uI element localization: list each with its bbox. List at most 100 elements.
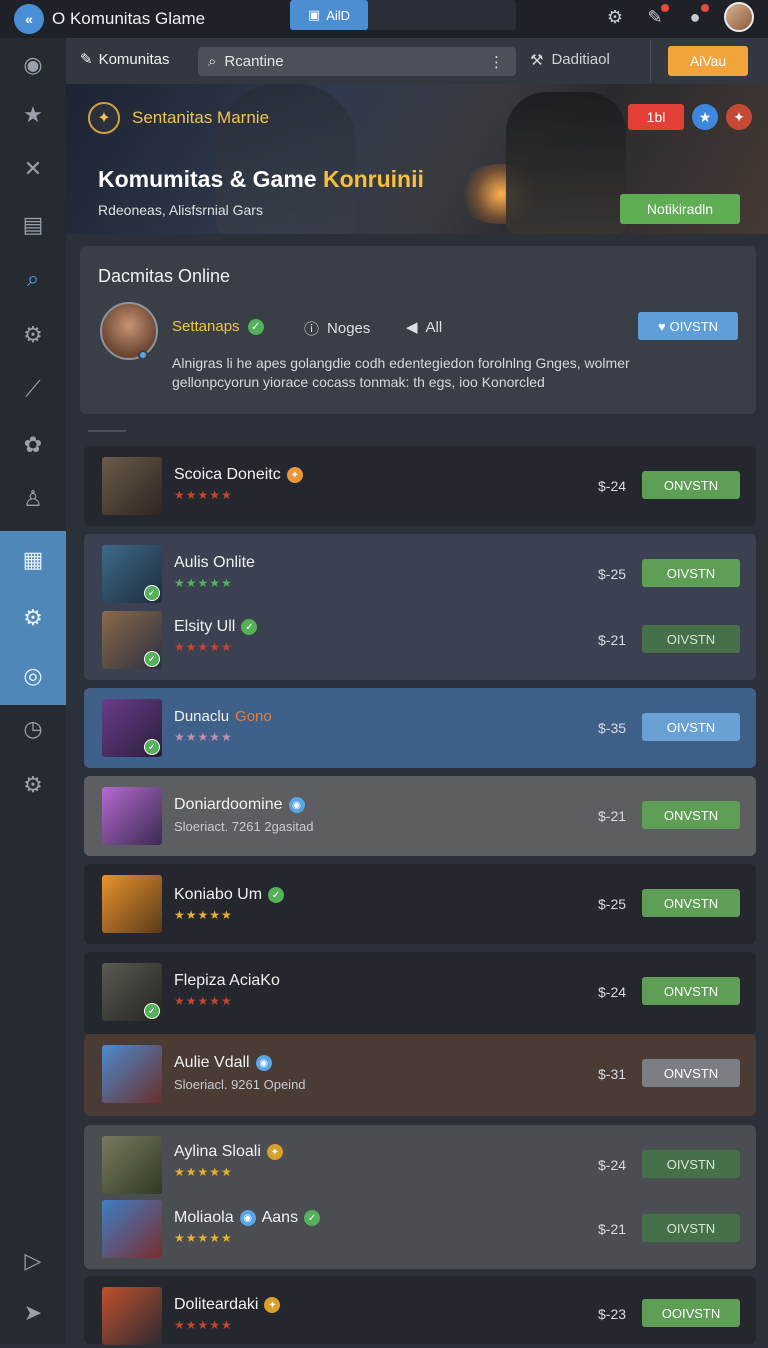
navigate-icon[interactable]: ➤ [0, 1286, 66, 1340]
detail-label: Daditiaol [551, 51, 610, 68]
user-icon[interactable]: ♙ [0, 472, 66, 526]
game-card: Doliteardaki ✦ ★★★★★ $-23 OOIVSTN [84, 1276, 756, 1345]
game-icon[interactable]: ◉ [0, 38, 66, 92]
list-item[interactable]: Doniardoomine ◉ Sloeriact. 7261 2gasitad … [84, 784, 756, 848]
follow-button-label: OIVSTN [669, 318, 719, 334]
share-icon[interactable]: ✦ [726, 104, 752, 130]
notes-label: Noges [327, 320, 371, 337]
game-name-text: Doniardoomine [174, 796, 283, 813]
wrench-icon[interactable]: ⟋ [0, 362, 66, 416]
install-button[interactable]: ONVSTN [642, 471, 740, 499]
cta-button[interactable]: AiVau [668, 46, 748, 76]
game-thumbnail [102, 1287, 162, 1345]
app-logo-icon[interactable]: « [14, 4, 44, 34]
game-name: Dunaclu Gono [174, 708, 272, 725]
more-options-icon[interactable]: ⋮ [489, 53, 504, 71]
game-name-text: Elsity Ull [174, 618, 236, 635]
avatar[interactable] [100, 302, 158, 360]
follow-button[interactable]: ♥ OIVSTN [638, 312, 738, 340]
profile-avatar[interactable] [724, 2, 754, 32]
banner-subtitle: Sentanitas Marnie [132, 108, 270, 127]
list-item[interactable]: Aulie Vdall ◉ Sloeriacl. 9261 Opeind $-31… [84, 1042, 756, 1106]
list-item[interactable]: ✓ Aulis Onlite ★★★★★ $-25 OIVSTN [84, 542, 756, 606]
notification-icon[interactable]: ● [684, 4, 709, 28]
list-item[interactable]: Moliaola ◉ Aans ✓ ★★★★★ $-21 OIVSTN [84, 1197, 756, 1261]
game-price: $-24 [598, 984, 627, 1000]
puzzle-icon[interactable]: ✿ [0, 418, 66, 472]
list-item[interactable]: Doliteardaki ✦ ★★★★★ $-23 OOIVSTN [84, 1284, 756, 1348]
install-button[interactable]: OIVSTN [642, 713, 740, 741]
notes-link[interactable]: ⓘ Noges [304, 318, 370, 339]
settings-icon[interactable]: ⚙ [0, 308, 66, 362]
wrench-icon: ⚒ [530, 52, 544, 69]
search-input[interactable]: ⌕ Rcantine ⋮ [198, 47, 516, 76]
install-button[interactable]: OIVSTN [642, 559, 740, 587]
play-icon[interactable]: ▷ [0, 1234, 66, 1288]
cta-label: AiVau [689, 53, 727, 69]
document-icon[interactable]: ▤ [0, 198, 66, 252]
install-button[interactable]: OIVSTN [642, 625, 740, 653]
list-item[interactable]: Scoica Doneitc ✦ ★★★★★ $-24 ONVSTN [84, 454, 756, 518]
globe-icon: ◉ [288, 797, 305, 813]
add-button-label: AilD [326, 7, 351, 23]
live-badge-label: 1bl [646, 109, 666, 125]
favorite-icon[interactable]: ★ [692, 104, 718, 130]
timer-icon[interactable]: ◎ [0, 647, 66, 705]
edit-icon[interactable]: ✎ [644, 4, 669, 28]
settings-icon[interactable]: ⚙ [0, 758, 66, 812]
banner-art-soldier [506, 92, 626, 234]
list-item[interactable]: ✓ Elsity Ull ✓ ★★★★★ $-21 OIVSTN [84, 608, 756, 672]
info-name[interactable]: Settanaps ✓ [172, 318, 264, 335]
emblem-icon: ✦ [88, 102, 120, 134]
rating-stars: ★★★★★ [174, 994, 233, 1008]
game-name-text: Aulie Vdall [174, 1054, 250, 1071]
game-name-text: Scoica Doneitc [174, 466, 281, 483]
install-button[interactable]: ONVSTN [642, 801, 740, 829]
game-name-text: Aylina Sloali [174, 1143, 261, 1160]
install-button[interactable]: ONVSTN [642, 1059, 740, 1087]
all-link[interactable]: ◀ All [406, 318, 442, 337]
game-name: Scoica Doneitc ✦ [174, 466, 303, 484]
verified-icon: ✓ [144, 1003, 160, 1019]
tab-komunitas[interactable]: ✎ Komunitas [80, 50, 169, 69]
game-name: Doniardoomine ◉ [174, 796, 305, 814]
grid-icon[interactable]: ▦ [0, 531, 66, 589]
notification-button[interactable]: Notikiradln [620, 194, 740, 224]
verified-icon: ✓ [144, 585, 160, 601]
info-icon: ⓘ [304, 321, 320, 338]
search-value: Rcantine [224, 53, 284, 70]
crossed-swords-icon[interactable]: ✕ [0, 142, 66, 196]
install-button[interactable]: OIVSTN [642, 1150, 740, 1178]
list-item[interactable]: ✓ Flepiza AciaKo ★★★★★ $-24 ONVSTN [84, 960, 756, 1024]
install-button[interactable]: ONVSTN [642, 889, 740, 917]
notification-button-label: Notikiradln [646, 201, 714, 217]
list-item[interactable]: ✓ Dunaclu Gono ★★★★★ $-35 OIVSTN [84, 696, 756, 760]
gear-icon[interactable]: ⚙ [0, 589, 66, 647]
live-badge[interactable]: 1bl [628, 104, 684, 130]
globe-icon: ◉ [255, 1055, 272, 1071]
list-item[interactable]: Koniabo Um ✓ ★★★★★ $-25 ONVSTN [84, 872, 756, 936]
game-thumbnail [102, 875, 162, 933]
banner-title-accent: Konruinii [322, 166, 424, 192]
search-icon: ⌕ [208, 53, 217, 70]
add-button[interactable]: ▣ AilD [290, 0, 368, 30]
hero-banner: ✦ Sentanitas Marnie 1bl ★ ✦ Komumitas & … [66, 84, 768, 234]
list-item[interactable]: Aylina Sloali ✦ ★★★★★ $-24 OIVSTN [84, 1133, 756, 1197]
compass-icon[interactable]: ◷ [0, 702, 66, 756]
game-name: Koniabo Um ✓ [174, 886, 285, 904]
bag-icon: ▣ [307, 7, 321, 22]
sub-bar: ✎ Komunitas ⌕ Rcantine ⋮ ⚒ Daditiaol AiV… [66, 38, 768, 84]
game-price: $-21 [598, 1221, 627, 1237]
install-button[interactable]: OIVSTN [642, 1214, 740, 1242]
install-button[interactable]: ONVSTN [642, 977, 740, 1005]
game-name-text: Koniabo Um [174, 886, 263, 903]
detail-link[interactable]: ⚒ Daditiaol [530, 51, 610, 69]
install-button[interactable]: OOIVSTN [642, 1299, 740, 1327]
game-card: Koniabo Um ✓ ★★★★★ $-25 ONVSTN [84, 864, 756, 944]
section-divider [88, 430, 126, 432]
game-price: $-21 [598, 632, 627, 648]
search-icon[interactable]: ⌕ [0, 252, 66, 306]
game-price: $-35 [598, 720, 627, 736]
star-icon[interactable]: ★ [0, 88, 66, 142]
gear-icon[interactable]: ⚙ [604, 6, 626, 28]
